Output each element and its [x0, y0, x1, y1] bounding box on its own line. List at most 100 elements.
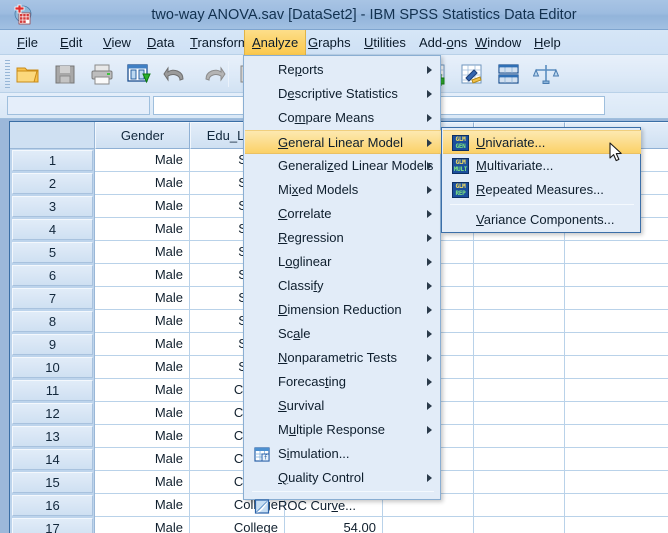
table-cell[interactable] — [565, 494, 668, 517]
analyze-menu-item-general-linear-model[interactable]: General Linear Model — [245, 130, 441, 154]
table-cell[interactable]: Male — [95, 172, 190, 195]
menubar-item-utilities[interactable]: Utilities — [357, 30, 413, 55]
row-header[interactable]: 10 — [12, 357, 93, 378]
table-cell[interactable] — [474, 379, 565, 402]
table-cell[interactable] — [565, 264, 668, 287]
table-cell[interactable] — [565, 310, 668, 333]
table-cell[interactable] — [474, 517, 565, 533]
recall-dialogs-button[interactable] — [124, 59, 154, 89]
analyze-menu-item-generalized-linear-models[interactable]: Generalized Linear Models — [245, 154, 441, 178]
redo-button[interactable] — [198, 59, 228, 89]
menubar-item-help[interactable]: Help — [527, 30, 568, 55]
table-cell[interactable]: Male — [95, 333, 190, 356]
row-header[interactable]: 7 — [12, 288, 93, 309]
row-header[interactable]: 2 — [12, 173, 93, 194]
menubar-item-file[interactable]: File — [10, 30, 45, 55]
analyze-menu-item-simulation[interactable]: fSimulation... — [245, 442, 441, 466]
table-cell[interactable]: Male — [95, 356, 190, 379]
row-header[interactable]: 6 — [12, 265, 93, 286]
menubar-item-edit[interactable]: Edit — [53, 30, 89, 55]
table-cell[interactable] — [474, 264, 565, 287]
open-file-button[interactable] — [13, 59, 43, 89]
analyze-menu-item-classify[interactable]: Classify — [245, 274, 441, 298]
table-cell[interactable] — [565, 425, 668, 448]
table-cell[interactable] — [565, 402, 668, 425]
analyze-menu-item-regression[interactable]: Regression — [245, 226, 441, 250]
row-header[interactable]: 4 — [12, 219, 93, 240]
table-cell[interactable] — [565, 241, 668, 264]
analyze-menu-item-descriptive-statistics[interactable]: Descriptive Statistics — [245, 82, 441, 106]
analyze-menu-item-loglinear[interactable]: Loglinear — [245, 250, 441, 274]
analyze-menu-item-quality-control[interactable]: Quality Control — [245, 466, 441, 490]
table-cell[interactable] — [474, 425, 565, 448]
row-header[interactable]: 15 — [12, 472, 93, 493]
table-cell[interactable]: Male — [95, 287, 190, 310]
table-cell[interactable]: Male — [95, 517, 190, 533]
analyze-menu-item-scale[interactable]: Scale — [245, 322, 441, 346]
row-header[interactable]: 13 — [12, 426, 93, 447]
table-cell[interactable]: 54.00 — [285, 517, 383, 533]
table-cell[interactable]: Male — [95, 264, 190, 287]
row-header[interactable]: 1 — [12, 150, 93, 171]
analyze-menu-item-roc-curve[interactable]: ROC Curve... — [245, 494, 441, 518]
analyze-menu-item-nonparametric-tests[interactable]: Nonparametric Tests — [245, 346, 441, 370]
row-header[interactable]: 5 — [12, 242, 93, 263]
table-cell[interactable] — [474, 494, 565, 517]
row-header[interactable]: 9 — [12, 334, 93, 355]
table-cell[interactable]: Male — [95, 379, 190, 402]
analyze-menu-item-dimension-reduction[interactable]: Dimension Reduction — [245, 298, 441, 322]
table-cell[interactable]: Male — [95, 471, 190, 494]
row-header[interactable]: 17 — [12, 518, 93, 533]
table-cell[interactable]: Male — [95, 310, 190, 333]
table-cell[interactable]: Male — [95, 494, 190, 517]
menubar-item-view[interactable]: View — [96, 30, 138, 55]
print-button[interactable] — [87, 59, 117, 89]
menubar-item-window[interactable]: Window — [468, 30, 528, 55]
table-cell[interactable] — [565, 379, 668, 402]
menubar-item-data[interactable]: Data — [140, 30, 181, 55]
menubar-item-add-ons[interactable]: Add-ons — [412, 30, 474, 55]
row-header[interactable]: 14 — [12, 449, 93, 470]
weight-cases-button[interactable] — [531, 59, 561, 89]
analyze-menu-item-correlate[interactable]: Correlate — [245, 202, 441, 226]
column-gender-header[interactable]: Gender — [95, 122, 190, 149]
row-number-column-header[interactable] — [10, 122, 95, 149]
table-cell[interactable] — [565, 471, 668, 494]
table-cell[interactable] — [474, 310, 565, 333]
cell-reference-box[interactable] — [7, 96, 150, 115]
row-header[interactable]: 8 — [12, 311, 93, 332]
analyze-menu-item-compare-means[interactable]: Compare Means — [245, 106, 441, 130]
glm-submenu-item-variance-components[interactable]: Variance Components... — [443, 208, 641, 232]
toolbar-grip[interactable] — [5, 60, 10, 88]
row-header[interactable]: 12 — [12, 403, 93, 424]
menubar-item-analyze[interactable]: Analyze — [244, 30, 306, 55]
table-cell[interactable]: Male — [95, 149, 190, 172]
table-cell[interactable] — [474, 287, 565, 310]
table-cell[interactable] — [474, 448, 565, 471]
table-cell[interactable] — [474, 471, 565, 494]
table-cell[interactable]: Male — [95, 448, 190, 471]
save-file-button[interactable] — [50, 59, 80, 89]
menubar-item-graphs[interactable]: Graphs — [301, 30, 358, 55]
table-cell[interactable] — [474, 241, 565, 264]
table-cell[interactable]: Male — [95, 218, 190, 241]
analyze-menu-item-multiple-response[interactable]: Multiple Response — [245, 418, 441, 442]
table-cell[interactable]: College — [190, 517, 285, 533]
table-cell[interactable] — [565, 333, 668, 356]
row-header[interactable]: 16 — [12, 495, 93, 516]
row-header[interactable]: 11 — [12, 380, 93, 401]
analyze-menu-item-reports[interactable]: Reports — [245, 58, 441, 82]
table-cell[interactable] — [565, 448, 668, 471]
table-cell[interactable]: Male — [95, 425, 190, 448]
insert-variable-button[interactable] — [457, 59, 487, 89]
table-cell[interactable] — [474, 333, 565, 356]
table-cell[interactable] — [565, 517, 668, 533]
table-cell[interactable]: Male — [95, 402, 190, 425]
analyze-menu-item-mixed-models[interactable]: Mixed Models — [245, 178, 441, 202]
analyze-menu-item-forecasting[interactable]: Forecasting — [245, 370, 441, 394]
table-cell[interactable]: Male — [95, 241, 190, 264]
table-cell[interactable] — [565, 356, 668, 379]
table-cell[interactable] — [474, 402, 565, 425]
glm-submenu-item-repeated-measures[interactable]: GLMREPRepeated Measures... — [443, 178, 641, 202]
table-cell[interactable] — [474, 356, 565, 379]
